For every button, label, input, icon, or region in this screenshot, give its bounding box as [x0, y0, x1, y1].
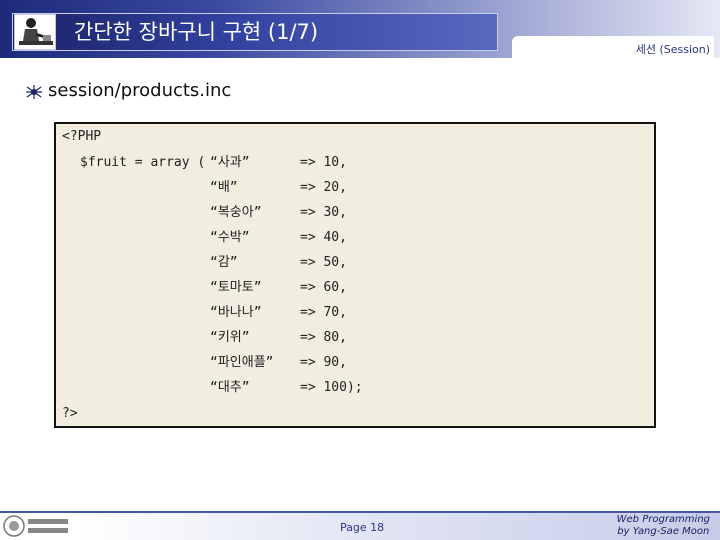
page-number: Page 18	[340, 521, 385, 534]
array-key: “배”	[210, 180, 238, 195]
person-at-desk-icon	[14, 14, 56, 50]
array-value: => 70,	[300, 305, 347, 320]
array-value: => 90,	[300, 355, 347, 370]
array-value: => 40,	[300, 230, 347, 245]
bullet-icon	[26, 84, 42, 99]
array-key: “바나나”	[210, 305, 262, 320]
array-key: “파인애플”	[210, 355, 274, 370]
credit-line-author: by Yang-Sae Moon	[617, 526, 710, 537]
php-open-tag: <?PHP	[62, 129, 102, 144]
university-logo	[0, 513, 74, 540]
slide-title: 간단한 장바구니 구현 (1/7)	[74, 20, 319, 44]
array-key: “키위”	[210, 330, 250, 345]
array-value: => 10,	[300, 155, 347, 170]
array-value: => 30,	[300, 205, 347, 220]
array-key: “토마토”	[210, 280, 262, 295]
array-key: “대추”	[210, 380, 250, 395]
section-label: 세션 (Session)	[635, 43, 710, 56]
array-key: “수박”	[210, 230, 250, 245]
array-value: => 80,	[300, 330, 347, 345]
array-value: => 50,	[300, 255, 347, 270]
footer-credit: Web Programming by Yang-Sae Moon	[617, 514, 710, 538]
array-value: => 20,	[300, 180, 347, 195]
array-key: “감”	[210, 255, 238, 270]
code-array-declaration: $fruit = array (	[80, 155, 206, 170]
php-close-tag: ?>	[62, 406, 78, 421]
array-value: => 100);	[300, 380, 363, 395]
credit-line-course: Web Programming	[616, 514, 710, 525]
file-name-heading: session/products.inc	[48, 80, 232, 101]
array-value: => 60,	[300, 280, 347, 295]
array-key: “복숭아”	[210, 205, 262, 220]
array-key: “사과”	[210, 155, 250, 170]
